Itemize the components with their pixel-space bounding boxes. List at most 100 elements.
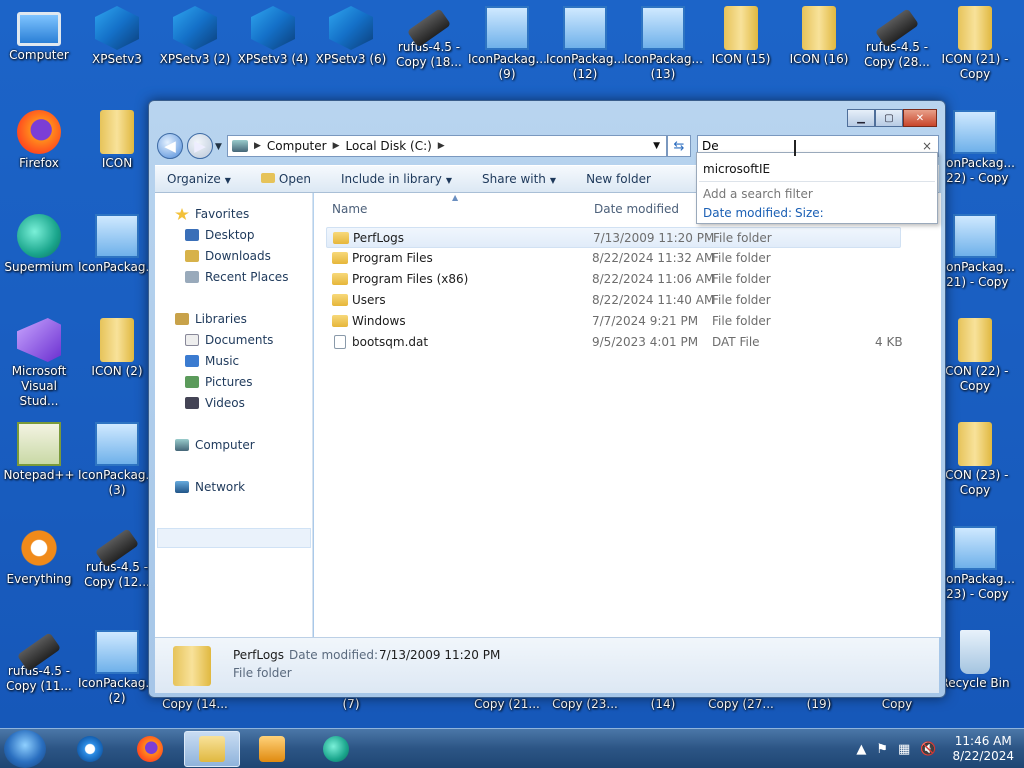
desktop-icon-iconpackag-21[interactable]: IconPackag... (21) - Copy	[936, 214, 1015, 290]
desktop-icon-rufus-28[interactable]: rufus-4.5 - Copy (28...	[858, 6, 936, 70]
share-with-menu[interactable]: Share with ▼	[482, 172, 556, 186]
nav-music[interactable]: Music	[185, 354, 239, 368]
nav-favorites[interactable]: Favorites	[175, 207, 249, 221]
desktop-label-partial[interactable]: (7)	[312, 697, 390, 712]
nav-network[interactable]: Network	[175, 480, 245, 494]
nav-computer[interactable]: Computer	[175, 438, 255, 452]
desktop-icon-rufus-12[interactable]: rufus-4.5 - Copy (12...	[78, 526, 156, 590]
include-in-library-menu[interactable]: Include in library ▼	[341, 172, 452, 186]
breadcrumb-separator-icon: ▶	[332, 141, 340, 151]
taskbar-supermium[interactable]	[308, 731, 364, 767]
desktop-icon-icon-16[interactable]: ICON (16)	[780, 6, 858, 67]
folder-icon	[333, 232, 349, 244]
desktop-label-partial[interactable]: (19)	[780, 697, 858, 712]
folder-icon	[173, 646, 211, 686]
recent-pages-dropdown[interactable]: ▼	[215, 142, 222, 152]
pictures-icon	[185, 376, 199, 388]
desktop-icon-xpsetv3-2[interactable]: XPSetv3 (2)	[156, 6, 234, 67]
desktop-icon-rufus-11[interactable]: rufus-4.5 - Copy (11...	[0, 630, 78, 694]
desktop-icon-iconpackag-12[interactable]: IconPackag... (12)	[546, 6, 625, 82]
desktop-icon-iconpackag-2[interactable]: IconPackag... (2)	[78, 630, 157, 706]
desktop-icon-xpsetv3[interactable]: XPSetv3	[78, 6, 156, 67]
new-folder-button[interactable]: New folder	[586, 172, 651, 186]
file-row[interactable]: bootsqm.dat 9/5/2023 4:01 PM DAT File 4 …	[326, 332, 903, 353]
start-button[interactable]	[4, 730, 46, 768]
desktop-icon-iconpackag-9[interactable]: IconPackag... (9)	[468, 6, 547, 82]
desktop-icon-xpsetv3-6[interactable]: XPSetv3 (6)	[312, 6, 390, 67]
desktop-icon-notepadpp[interactable]: Notepad++	[0, 422, 78, 483]
nav-desktop[interactable]: Desktop	[185, 228, 255, 242]
search-suggestion[interactable]: microsoftIE	[703, 162, 770, 176]
nav-documents[interactable]: Documents	[185, 333, 273, 347]
open-button[interactable]: Open	[260, 172, 311, 186]
nav-libraries[interactable]: Libraries	[175, 312, 247, 326]
filter-size[interactable]: Size:	[795, 206, 824, 220]
folder-icon	[332, 273, 348, 285]
desktop-label-partial[interactable]: Copy	[858, 697, 936, 712]
column-header-date[interactable]: Date modified	[594, 202, 679, 216]
taskbar-media-player[interactable]	[244, 731, 300, 767]
network-icon[interactable]: ▦	[898, 742, 910, 757]
desktop-label-partial[interactable]: Copy (21...	[468, 697, 546, 712]
desktop-icon-everything[interactable]: Everything	[0, 526, 78, 587]
desktop-icon-icon-15[interactable]: ICON (15)	[702, 6, 780, 67]
desktop-icon-iconpackag-23[interactable]: IconPackag... (23) - Copy	[936, 526, 1015, 602]
minimize-button[interactable]: ▁	[847, 109, 875, 127]
file-row[interactable]: Program Files (x86) 8/22/2024 11:06 AM F…	[326, 269, 901, 290]
details-name: PerfLogs	[233, 648, 285, 662]
clock[interactable]: 11:46 AM 8/22/2024	[952, 734, 1014, 764]
desktop-icon-icon-23[interactable]: ICON (23) - Copy	[936, 422, 1014, 498]
column-header-name[interactable]: Name	[332, 202, 367, 216]
desktop-icon-iconpackag-3[interactable]: IconPackag... (3)	[78, 422, 157, 498]
nav-pictures[interactable]: Pictures	[185, 375, 253, 389]
desktop-icon-firefox[interactable]: Firefox	[0, 110, 78, 171]
desktop-icon-icon[interactable]: ICON	[78, 110, 156, 171]
organize-menu[interactable]: Organize ▼	[167, 172, 231, 186]
desktop-icon-rufus-18[interactable]: rufus-4.5 - Copy (18...	[390, 6, 468, 70]
show-hidden-icons-icon[interactable]: ▲	[856, 742, 866, 757]
maximize-button[interactable]: ▢	[875, 109, 903, 127]
taskbar-firefox[interactable]	[122, 731, 178, 767]
shield-icon	[95, 630, 139, 674]
desktop-icon-iconpackag-13[interactable]: IconPackag... (13)	[624, 6, 703, 82]
nav-recent-places[interactable]: Recent Places	[185, 270, 288, 284]
breadcrumb-local-disk[interactable]: Local Disk (C:)	[346, 139, 432, 153]
file-row[interactable]: Program Files 8/22/2024 11:32 AM File fo…	[326, 248, 901, 269]
desktop-icon-recycle-bin[interactable]: Recycle Bin	[936, 630, 1014, 691]
desktop-icon-visual-studio[interactable]: Microsoft Visual Stud...	[0, 318, 78, 409]
desktop-icon-iconpackag-22[interactable]: IconPackag... (22) - Copy	[936, 110, 1015, 186]
refresh-button[interactable]: ⇆	[667, 135, 691, 157]
desktop-label-partial[interactable]: (14)	[624, 697, 702, 712]
address-bar[interactable]: ▶ Computer ▶ Local Disk (C:) ▶ ▼	[227, 135, 667, 157]
file-row[interactable]: Windows 7/7/2024 9:21 PM File folder	[326, 311, 901, 332]
back-button[interactable]: ◀	[157, 133, 183, 159]
folder-icon	[100, 110, 134, 154]
taskbar-internet-explorer[interactable]	[62, 731, 118, 767]
file-row[interactable]: PerfLogs 7/13/2009 11:20 PM File folder	[326, 227, 901, 248]
nav-videos[interactable]: Videos	[185, 396, 245, 410]
breadcrumb-computer[interactable]: Computer	[267, 139, 327, 153]
desktop-icon-icon-21[interactable]: ICON (21) - Copy	[936, 6, 1014, 82]
desktop-icon-computer[interactable]: Computer	[0, 6, 78, 63]
taskbar-windows-explorer[interactable]	[184, 731, 240, 767]
desktop-icon-icon-22[interactable]: ICON (22) - Copy	[936, 318, 1014, 394]
desktop-icon-iconpackag[interactable]: IconPackag...	[78, 214, 157, 275]
filter-date-modified[interactable]: Date modified:	[703, 206, 792, 220]
breadcrumb-separator-icon: ▶	[437, 141, 445, 151]
forward-button[interactable]: ▶	[187, 133, 213, 159]
file-row[interactable]: Users 8/22/2024 11:40 AM File folder	[326, 290, 901, 311]
volume-muted-icon[interactable]: 🔇	[920, 742, 936, 757]
action-center-flag-icon[interactable]: ⚑	[876, 742, 888, 757]
desktop-label-partial[interactable]: Copy (14...	[156, 697, 234, 712]
desktop-icon-supermium[interactable]: Supermium	[0, 214, 78, 275]
nav-downloads[interactable]: Downloads	[185, 249, 271, 263]
address-dropdown-icon[interactable]: ▼	[653, 141, 660, 151]
folder-icon	[100, 318, 134, 362]
desktop-label-partial[interactable]: Copy (27...	[702, 697, 780, 712]
desktop-icon-icon-2[interactable]: ICON (2)	[78, 318, 156, 379]
desktop-icon-xpsetv3-4[interactable]: XPSetv3 (4)	[234, 6, 312, 67]
search-value: De	[702, 139, 719, 153]
close-button[interactable]: ✕	[903, 109, 937, 127]
desktop-label-partial[interactable]: Copy (23...	[546, 697, 624, 712]
cube-icon	[95, 6, 139, 50]
